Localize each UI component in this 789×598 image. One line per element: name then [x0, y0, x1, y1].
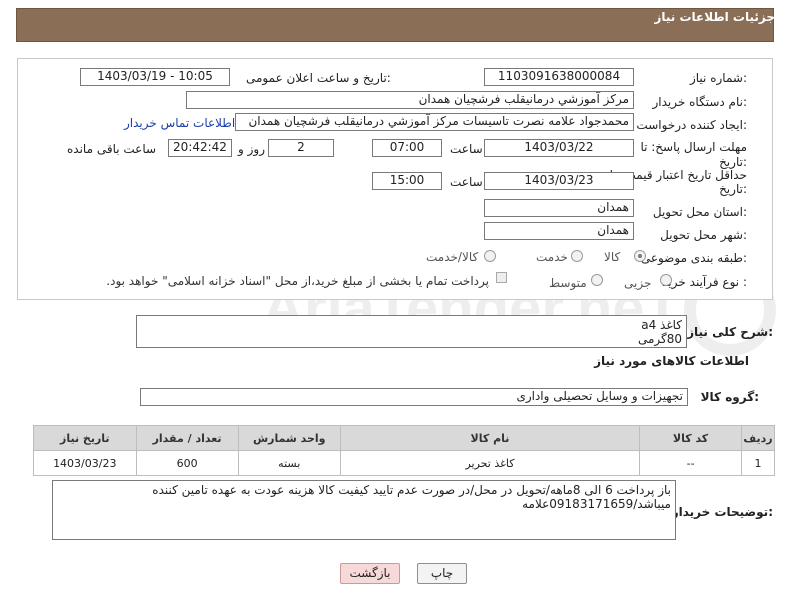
purchase-radio-medium[interactable] — [591, 274, 603, 286]
summary-textarea[interactable]: کاغذ a4 80گرمی — [136, 315, 687, 348]
table-header-row: ردیف کد کالا نام کالا واحد شمارش تعداد /… — [33, 425, 775, 451]
summary-line-1: کاغذ a4 — [641, 318, 682, 332]
category-radio-service[interactable] — [571, 250, 583, 262]
treasury-bonds-checkbox[interactable] — [496, 272, 507, 283]
delivery-province-field[interactable]: همدان — [484, 199, 634, 217]
buyer-contact-link[interactable]: اطلاعات تماس خریدار — [124, 116, 235, 130]
remaining-time-field[interactable]: 20:42:42 — [168, 139, 232, 157]
items-table: ردیف کد کالا نام کالا واحد شمارش تعداد /… — [33, 425, 775, 476]
days-label: روز و — [238, 142, 265, 156]
cell-name: کاغذ تحریر — [339, 450, 641, 476]
col-unit: واحد شمارش — [237, 425, 341, 451]
delivery-city-field[interactable]: همدان — [484, 222, 634, 240]
remaining-time-label: ساعت باقی مانده — [67, 142, 157, 156]
cell-row: 1 — [741, 450, 775, 476]
print-button[interactable]: چاپ — [417, 563, 467, 584]
category-option-goods: کالا — [604, 250, 621, 264]
buyer-notes-textarea[interactable]: باز پرداخت 6 الی 8ماهه/تحویل در محل/در ص… — [52, 480, 676, 540]
price-validity-time-label: ساعت — [450, 175, 483, 189]
reply-time-label: ساعت — [450, 142, 483, 156]
buyer-notes-label: توضیحات خریدار: — [671, 505, 773, 519]
purchase-option-medium: متوسط — [549, 276, 587, 290]
back-button[interactable]: بازگشت — [340, 563, 400, 584]
goods-info-title: اطلاعات کالاهای مورد نیاز — [594, 354, 749, 368]
buyer-org-label: نام دستگاه خریدار: — [652, 95, 748, 109]
goods-group-field[interactable]: تجهیزات و وسایل تحصیلی واداری — [140, 388, 688, 406]
remaining-days-field[interactable]: 2 — [268, 139, 334, 157]
buyer-org-field[interactable]: مرکز آموزشي درمانيقلب فرشچيان همدان — [186, 91, 634, 109]
treasury-bonds-note: پرداخت تمام یا بخشی از مبلغ خرید،از محل … — [106, 274, 489, 288]
goods-group-label: گروه کالا: — [700, 390, 759, 404]
col-row: ردیف — [741, 425, 775, 451]
reply-deadline-label-date: تاریخ: — [719, 155, 747, 169]
col-name: نام کالا — [339, 425, 641, 451]
page-title: جزئیات اطلاعات نیاز — [654, 10, 775, 24]
purchase-radio-minor[interactable] — [660, 274, 672, 286]
category-label: طبقه بندی موضوعی: — [640, 251, 747, 265]
summary-line-2: 80گرمی — [637, 332, 682, 346]
reply-date-field[interactable]: 1403/03/22 — [484, 139, 634, 157]
category-option-service: خدمت — [536, 250, 568, 264]
requester-field[interactable]: محمدجواد علامه نصرت تاسیسات مرکز آموزشي … — [235, 113, 634, 131]
category-option-goods-service: کالا/خدمت — [426, 250, 479, 264]
requester-label: ایجاد کننده درخواست: — [636, 118, 747, 132]
cell-unit: بسته — [237, 450, 341, 476]
price-validity-date-field[interactable]: 1403/03/23 — [484, 172, 634, 190]
reply-time-field[interactable]: 07:00 — [372, 139, 442, 157]
need-number-field[interactable]: 1103091638000084 — [484, 68, 634, 86]
need-number-label: شماره نیاز: — [689, 71, 747, 85]
category-radio-goods-service[interactable] — [484, 250, 496, 262]
announce-datetime-field[interactable]: 1403/03/19 - 10:05 — [80, 68, 230, 86]
summary-label: شرح کلی نیاز: — [687, 325, 773, 339]
cell-quantity: 600 — [135, 450, 239, 476]
price-validity-time-field[interactable]: 15:00 — [372, 172, 442, 190]
col-quantity: تعداد / مقدار — [135, 425, 239, 451]
delivery-city-label: شهر محل تحویل: — [660, 228, 747, 242]
cell-code: -- — [639, 450, 743, 476]
table-row[interactable]: 1 -- کاغذ تحریر بسته 600 1403/03/23 — [33, 450, 775, 476]
cell-date: 1403/03/23 — [33, 450, 137, 476]
category-radio-goods[interactable] — [634, 250, 646, 262]
announce-datetime-label: تاریخ و ساعت اعلان عمومی: — [246, 71, 391, 85]
reply-deadline-label: مهلت ارسال پاسخ: تا — [640, 140, 747, 154]
col-code: کد کالا — [639, 425, 743, 451]
price-validity-label-date: تاریخ: — [719, 182, 747, 196]
delivery-province-label: استان محل تحویل: — [652, 205, 747, 219]
purchase-option-minor: جزیی — [624, 276, 652, 290]
purchase-type-label: نوع فرآیند خرید : — [662, 275, 747, 289]
col-date: تاریخ نیاز — [33, 425, 137, 451]
